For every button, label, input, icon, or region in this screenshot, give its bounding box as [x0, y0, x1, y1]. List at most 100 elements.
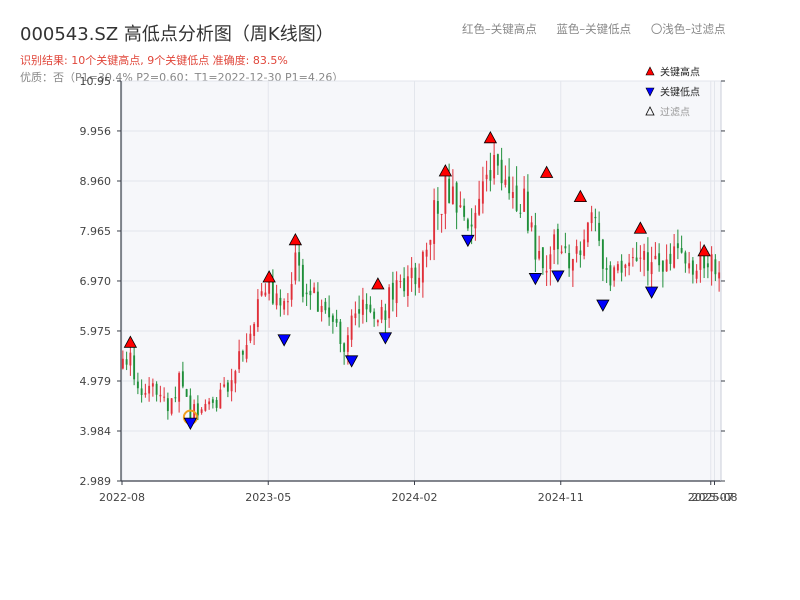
y-tick-label: 6.970 [80, 275, 112, 288]
y-tick-label: 3.984 [80, 425, 112, 438]
candle-body [553, 234, 556, 250]
candle-body [718, 272, 721, 279]
x-tick-label: 2024-11 [538, 491, 584, 504]
candle-body [219, 389, 222, 409]
candle-body [234, 371, 237, 384]
candle-body [403, 278, 406, 292]
candle-body [654, 255, 657, 260]
candle-body [459, 205, 462, 208]
candle-body [658, 253, 661, 266]
candle-body [256, 299, 259, 328]
candle-body [294, 252, 297, 281]
candle-body [249, 333, 252, 341]
candle-body [613, 267, 616, 281]
candle-body [688, 263, 691, 269]
x-tick-label: 2025-08 [692, 491, 738, 504]
candle-body [365, 303, 368, 310]
candle-body [166, 398, 169, 412]
y-tick-label: 2.989 [80, 475, 112, 488]
candle-body [133, 355, 136, 380]
candle-body [174, 397, 177, 399]
candle-body [695, 270, 698, 279]
candle-body [628, 262, 631, 267]
candle-body [328, 307, 331, 318]
candle-body [238, 351, 241, 370]
x-tick-label: 2024-02 [392, 491, 438, 504]
candle-body [245, 344, 248, 359]
candle-body [140, 388, 143, 395]
candle-body [301, 264, 304, 297]
candle-body [399, 281, 402, 283]
legend-label: 过滤点 [660, 106, 690, 119]
candle-body [309, 290, 312, 296]
candle-body [631, 257, 634, 259]
candle-body [290, 284, 293, 300]
candle-body [684, 252, 687, 264]
candle-body [680, 248, 683, 253]
candle-body [125, 359, 128, 365]
candle-body [470, 224, 473, 227]
candle-body [331, 315, 334, 322]
candle-body [155, 383, 158, 395]
candle-body [481, 181, 484, 204]
y-tick-label: 8.960 [80, 175, 112, 188]
candle-body [560, 251, 563, 253]
candle-body [669, 253, 672, 264]
candle-body [208, 401, 211, 405]
candle-body [223, 384, 226, 387]
candle-body [635, 257, 638, 261]
candle-body [260, 291, 263, 296]
candle-body [598, 222, 601, 241]
candle-body [571, 258, 574, 271]
candle-body [298, 252, 301, 266]
candle-body [673, 246, 676, 268]
candle [170, 398, 173, 416]
candle-body [361, 299, 364, 315]
candle-body [421, 251, 424, 283]
candle-body [129, 352, 132, 366]
candle-body [455, 182, 458, 213]
candle-body [241, 350, 244, 355]
candle-body [369, 304, 372, 312]
candle-body [204, 403, 207, 411]
candle-body [609, 265, 612, 286]
candle-body [710, 254, 713, 272]
candle-body [414, 267, 417, 285]
candle-body [523, 188, 526, 212]
candle-body [181, 371, 184, 387]
candle-body [185, 389, 188, 397]
y-tick-label: 7.965 [80, 225, 112, 238]
candle-body [440, 213, 443, 215]
candle-body [316, 291, 319, 312]
candle-body [639, 257, 642, 259]
candle-body [215, 399, 218, 408]
candle-body [661, 260, 664, 272]
x-tick-label: 2023-05 [245, 491, 291, 504]
candle-body [350, 315, 353, 340]
candle-body [170, 398, 173, 414]
candle-body [226, 382, 229, 392]
candle-body [384, 310, 387, 320]
candle-body [354, 313, 357, 319]
candle-body [451, 186, 454, 205]
candle-body [406, 276, 409, 296]
candle-body [564, 246, 567, 249]
candle-body [159, 394, 162, 397]
candle-body [429, 239, 432, 245]
candle-body [444, 176, 447, 214]
candle-body [541, 247, 544, 269]
candle-body [496, 154, 499, 166]
y-tick-label: 9.956 [80, 125, 112, 138]
y-tick-label: 4.979 [80, 375, 112, 388]
x-tick-label: 2022-08 [99, 491, 145, 504]
candle-body [196, 403, 199, 416]
candle-body [144, 392, 147, 395]
candle-body [436, 201, 439, 214]
candle-body [343, 343, 346, 352]
candle-body [335, 318, 338, 323]
candle-body [504, 179, 507, 185]
legend-label: 关键高点 [660, 66, 700, 79]
candle-body [380, 307, 383, 320]
candle-body [605, 268, 608, 270]
candle-body [418, 277, 421, 288]
